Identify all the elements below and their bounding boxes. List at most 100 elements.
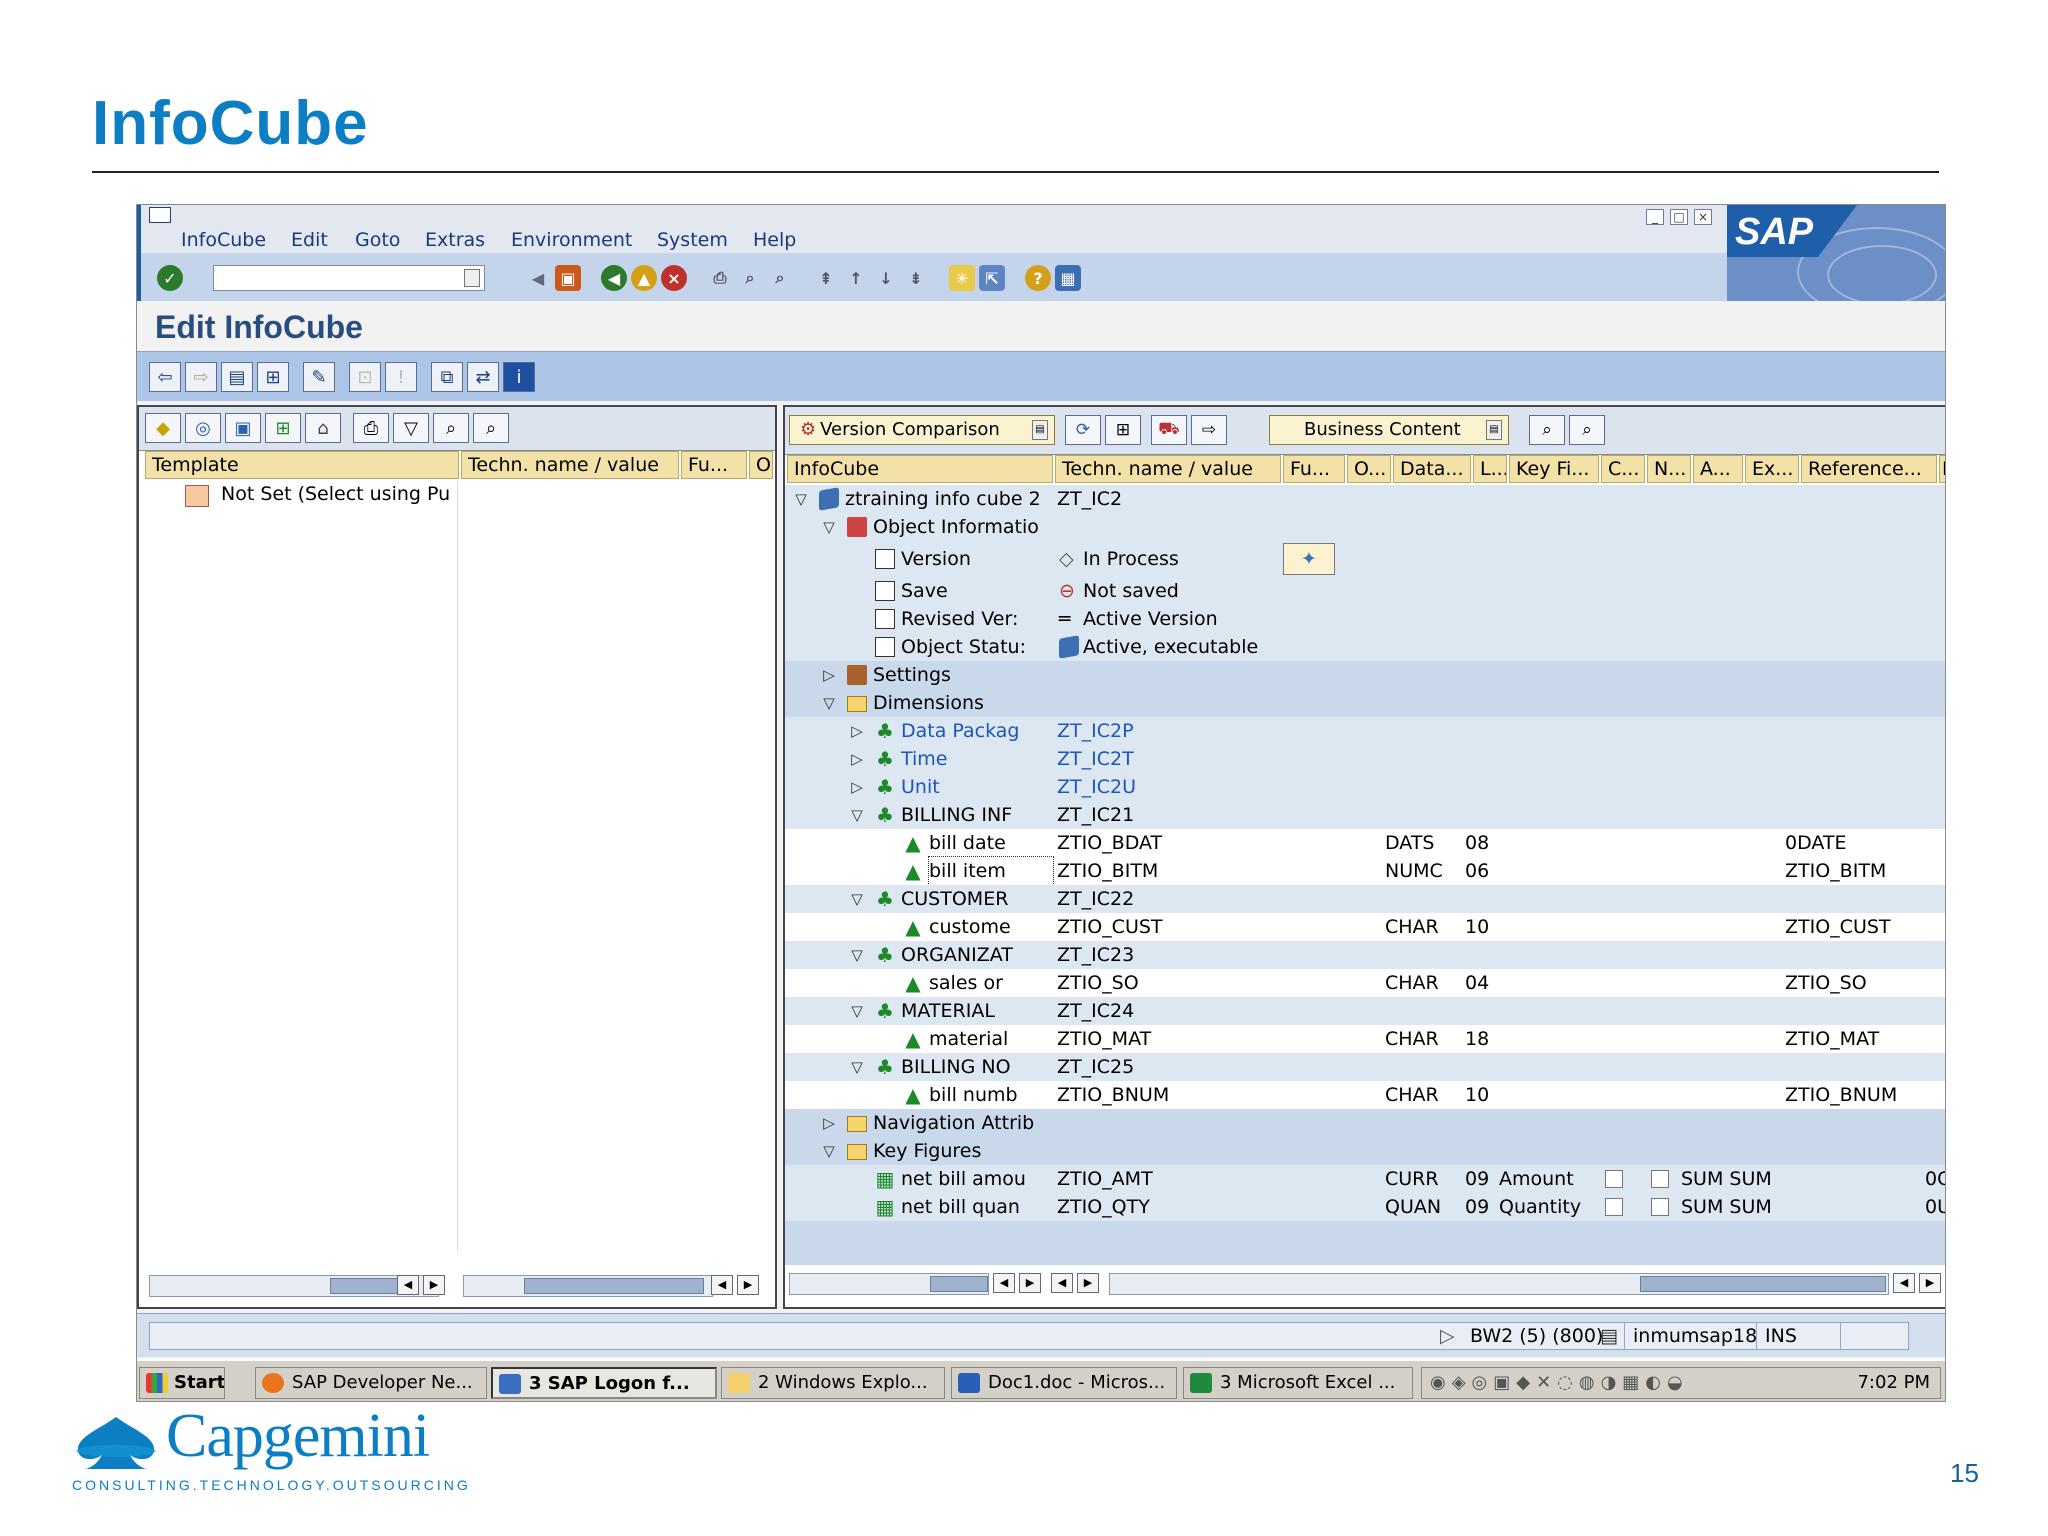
hierarchy-icon[interactable]: ⊞ xyxy=(257,362,289,392)
menu-edit[interactable]: Edit xyxy=(291,229,328,251)
tree-row[interactable]: ▽ ♣ BILLING INF ZT_IC21 xyxy=(785,801,1945,829)
find-next-icon[interactable]: ⌕ xyxy=(767,265,793,291)
infoprovider-icon[interactable]: ◎ xyxy=(185,413,221,443)
display-list-icon[interactable]: ▤ xyxy=(221,362,253,392)
task-sap-developer[interactable]: SAP Developer Ne... xyxy=(255,1367,487,1399)
create-session-icon[interactable]: ✳ xyxy=(949,265,975,291)
tree-row[interactable]: ▦ net bill amou ZTIO_AMT CURR 09 Amount … xyxy=(785,1165,1945,1193)
refresh-icon[interactable]: ⟳ xyxy=(1065,415,1101,445)
collapse-icon[interactable]: ▽ xyxy=(819,1137,839,1165)
find-icon[interactable]: ⌕ xyxy=(737,265,763,291)
menu-environment[interactable]: Environment xyxy=(511,229,632,251)
tree-row[interactable]: ▲ bill item ZTIO_BITM NUMC 06 ZTIO_BITM xyxy=(785,856,1945,886)
collapse-icon[interactable]: ▽ xyxy=(847,997,867,1025)
scroll-right-3-icon[interactable]: ▶ xyxy=(1019,1273,1041,1293)
tray-icons[interactable]: ◉◈◎▣◆✕◌◍◑▦◐◒ xyxy=(1430,1372,1689,1393)
layout-menu-icon[interactable]: ▦ xyxy=(1055,265,1081,291)
arrow-left-icon[interactable]: ⇦ xyxy=(149,362,181,392)
col-reference[interactable]: Reference... xyxy=(1801,455,1937,483)
person-icon[interactable]: ⌂ xyxy=(305,413,341,443)
window-menu-icon[interactable] xyxy=(149,207,171,223)
scroll-right-2-icon[interactable]: ▶ xyxy=(737,1275,759,1295)
info-icon[interactable]: i xyxy=(503,362,535,392)
scroll-right-icon[interactable]: ▶ xyxy=(423,1275,445,1295)
menu-infocube[interactable]: InfoCube xyxy=(181,229,266,251)
status-expand-icon[interactable]: ▷ xyxy=(1440,1323,1455,1349)
print-icon[interactable]: ⎙ xyxy=(707,265,733,291)
tree-row[interactable]: ▷ ♣ Unit ZT_IC2U xyxy=(785,773,1945,801)
menu-goto[interactable]: Goto xyxy=(355,229,400,251)
collapse-icon[interactable]: ▽ xyxy=(819,513,839,541)
checkbox-c[interactable] xyxy=(1605,1198,1623,1216)
transport-icon[interactable]: ⇄ xyxy=(467,362,499,392)
col-template[interactable]: Template xyxy=(145,451,459,479)
find-next-template-icon[interactable]: ⌕ xyxy=(473,413,509,443)
tree-row[interactable]: ▽ ♣ CUSTOMER ZT_IC22 xyxy=(785,885,1945,913)
tree-row[interactable]: Save ⊖ Not saved xyxy=(785,577,1945,605)
scroll-right-5-icon[interactable]: ▶ xyxy=(1919,1273,1941,1293)
shortcut-icon[interactable]: ⇱ xyxy=(979,265,1005,291)
activate-icon[interactable]: ✦ xyxy=(1283,543,1335,575)
tree-row[interactable]: Version ◇ In Process ✦ xyxy=(785,541,1945,577)
checkbox-n[interactable] xyxy=(1651,1170,1669,1188)
expand-icon[interactable]: ▷ xyxy=(847,717,867,745)
business-content-dropdown[interactable]: Business Content ▤ xyxy=(1269,415,1509,445)
expand-icon[interactable]: ▷ xyxy=(819,1109,839,1137)
tree-row[interactable]: ▲ custome ZTIO_CUST CHAR 10 ZTIO_CUST xyxy=(785,913,1945,941)
cube-icon[interactable]: ▣ xyxy=(225,413,261,443)
expand-icon[interactable]: ▷ xyxy=(847,773,867,801)
system-info-icon[interactable]: ▤ xyxy=(1600,1323,1618,1349)
col-n[interactable]: N... xyxy=(1647,455,1691,483)
col-l[interactable]: L... xyxy=(1473,455,1507,483)
template-not-set[interactable]: Not Set (Select using Pu xyxy=(221,483,457,505)
start-button[interactable]: Start xyxy=(139,1367,225,1399)
tree-row[interactable]: Object Statu: Active, executable xyxy=(785,633,1945,661)
command-field[interactable] xyxy=(213,265,485,291)
col-techn-name[interactable]: Techn. name / value xyxy=(461,451,679,479)
task-windows-explorer[interactable]: 2 Windows Explo... xyxy=(721,1367,945,1399)
save-icon[interactable]: ▣ xyxy=(555,265,581,291)
infoarea-icon[interactable]: ⊞ xyxy=(265,413,301,443)
tree-row[interactable]: ▦ net bill quan ZTIO_QTY QUAN 09 Quantit… xyxy=(785,1193,1945,1221)
tree-row[interactable]: ▷ Settings xyxy=(785,661,1945,689)
checkbox-n[interactable] xyxy=(1651,1198,1669,1216)
dropdown-arrow-2-icon[interactable]: ▤ xyxy=(1486,420,1502,440)
col-data[interactable]: Data... xyxy=(1393,455,1471,483)
resize-grip-icon[interactable] xyxy=(1840,1323,1904,1349)
tree-row[interactable]: ▽ ♣ BILLING NO ZT_IC25 xyxy=(785,1053,1945,1081)
collapse-icon[interactable]: ▽ xyxy=(847,1053,867,1081)
scroll-right-4-icon[interactable]: ▶ xyxy=(1077,1273,1099,1293)
find-template-icon[interactable]: ⌕ xyxy=(433,413,469,443)
col-techn-name-value[interactable]: Techn. name / value xyxy=(1055,455,1281,483)
transport-truck-icon[interactable]: ⛟ xyxy=(1151,415,1187,445)
tree-row[interactable]: ▲ bill numb ZTIO_BNUM CHAR 10 ZTIO_BNUM xyxy=(785,1081,1945,1109)
previous-page-icon[interactable]: ↑ xyxy=(843,265,869,291)
col-infocube[interactable]: InfoCube xyxy=(787,455,1053,483)
scroll-left-2-icon[interactable]: ◀ xyxy=(711,1275,733,1295)
scroll-left-5-icon[interactable]: ◀ xyxy=(1893,1273,1915,1293)
next-page-icon[interactable]: ↓ xyxy=(873,265,899,291)
expand-icon[interactable]: ▷ xyxy=(847,745,867,773)
tree-row[interactable]: ▽ ♣ ORGANIZAT ZT_IC23 xyxy=(785,941,1945,969)
scroll-left-3-icon[interactable]: ◀ xyxy=(993,1273,1015,1293)
expand-icon[interactable]: ▷ xyxy=(819,661,839,689)
collapse-icon[interactable]: ▽ xyxy=(847,801,867,829)
collapse-icon[interactable]: ▽ xyxy=(847,885,867,913)
command-dropdown-icon[interactable] xyxy=(464,269,480,287)
collapse-icon[interactable]: ▽ xyxy=(819,689,839,717)
activate-disabled-icon[interactable]: ⊡ xyxy=(349,362,381,392)
filter-icon[interactable]: ▽ xyxy=(393,413,429,443)
tree-row[interactable]: ▽ Dimensions xyxy=(785,689,1945,717)
find-cube-icon[interactable]: ⌕ xyxy=(1529,415,1565,445)
menu-help[interactable]: Help xyxy=(753,229,796,251)
tree-icon[interactable]: ⊞ xyxy=(1105,415,1141,445)
tree-row[interactable]: ▽ Object Informatio xyxy=(785,513,1945,541)
right-scrollbar-2[interactable] xyxy=(1109,1273,1889,1295)
copy-icon[interactable]: ⧉ xyxy=(431,362,463,392)
checkbox-c[interactable] xyxy=(1605,1170,1623,1188)
tree-row[interactable]: ▷ Navigation Attrib xyxy=(785,1109,1945,1137)
col-c[interactable]: C... xyxy=(1601,455,1645,483)
check-icon[interactable]: ✎ xyxy=(303,362,335,392)
tree-row[interactable]: ▲ sales or ZTIO_SO CHAR 04 ZTIO_SO xyxy=(785,969,1945,997)
task-word-doc[interactable]: Doc1.doc - Micros... xyxy=(951,1367,1177,1399)
